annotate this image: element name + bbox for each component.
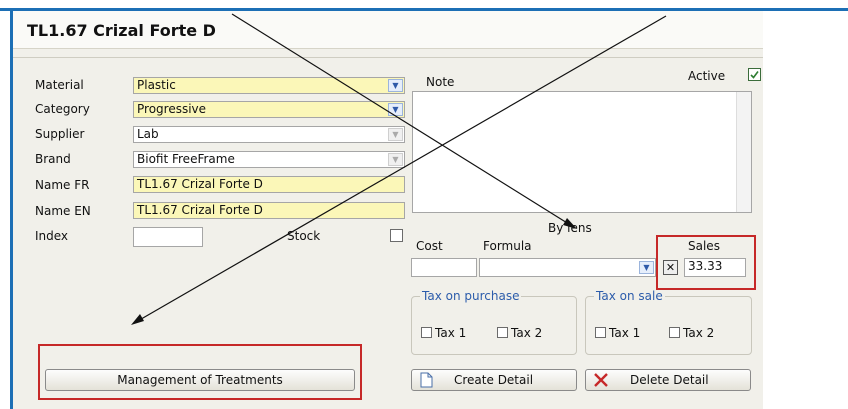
arrowhead-icon <box>131 314 144 325</box>
annotation-arrows <box>131 13 667 325</box>
arrow-to-management <box>135 15 667 323</box>
arrowhead-icon <box>563 218 577 229</box>
arrow-to-sales <box>231 13 573 227</box>
